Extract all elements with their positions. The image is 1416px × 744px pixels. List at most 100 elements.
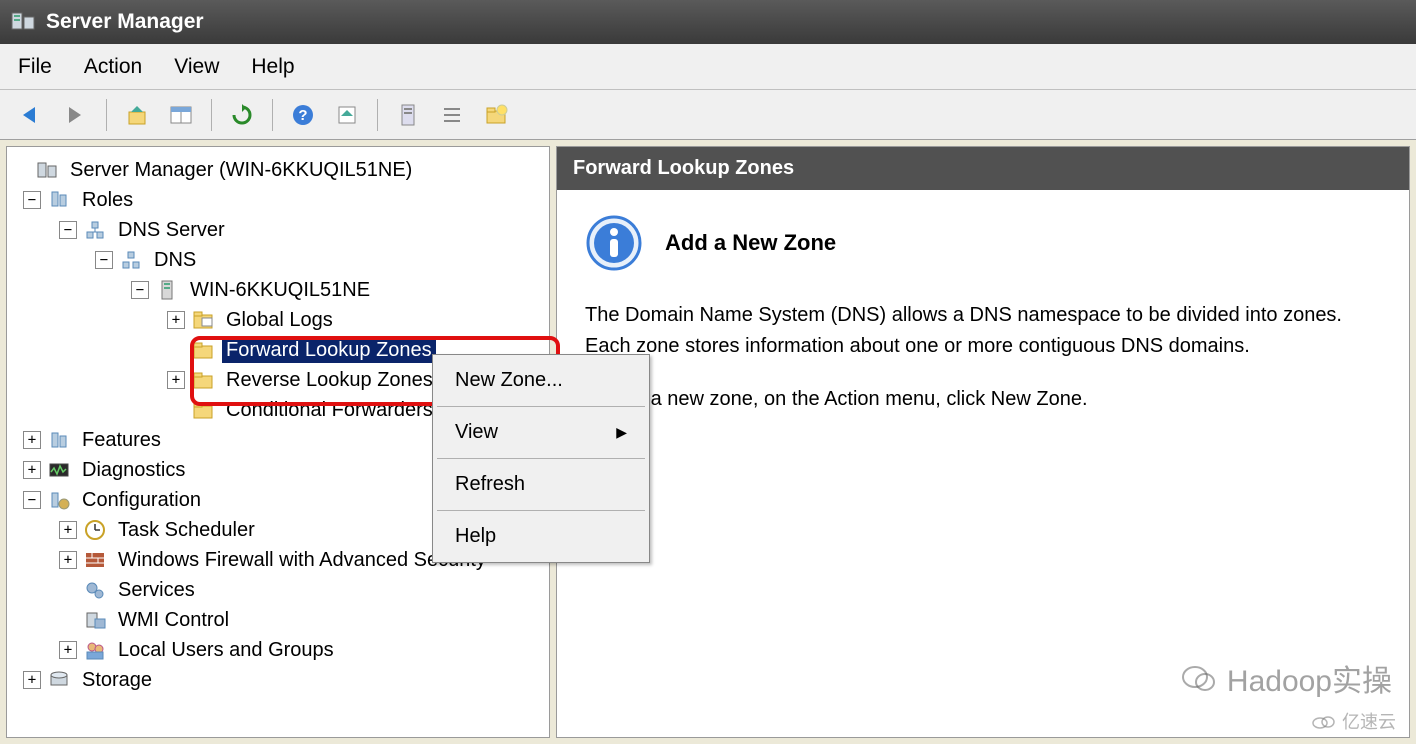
forward-button[interactable] [58,97,94,133]
tree-label-selected: Forward Lookup Zones [222,338,436,363]
gears-icon [83,579,107,601]
window-title: Server Manager [46,10,204,34]
show-hide-button[interactable] [163,97,199,133]
tree-dns-server[interactable]: − DNS Server [11,215,545,245]
tree-label: Services [114,578,199,603]
watermark: Hadoop实操 [1181,656,1392,700]
wmi-icon [83,609,107,631]
menu-action[interactable]: Action [84,55,142,79]
firewall-icon [83,549,107,571]
menu-separator [437,458,645,459]
server-icon [155,279,179,301]
menu-refresh[interactable]: Refresh [435,463,647,506]
tree-label: WIN-6KKUQIL51NE [186,278,374,303]
expand-icon[interactable]: + [59,521,77,539]
expand-icon[interactable]: + [59,641,77,659]
tree-local-users[interactable]: + Local Users and Groups [11,635,545,665]
users-icon [83,639,107,661]
expand-icon[interactable]: + [23,431,41,449]
tree-label: DNS Server [114,218,229,243]
expand-icon[interactable]: + [167,371,185,389]
menu-item-label: New Zone... [455,369,563,392]
help-button[interactable]: ? [285,97,321,133]
tree-label: WMI Control [114,608,233,633]
tree-label: Server Manager (WIN-6KKUQIL51NE) [66,158,416,183]
properties-button[interactable] [390,97,426,133]
back-button[interactable] [14,97,50,133]
diagnostics-icon [47,459,71,481]
folder-icon [191,399,215,421]
toolbar-separator [106,99,107,131]
info-icon [585,214,643,272]
configuration-icon [47,489,71,511]
tree-storage[interactable]: + Storage [11,665,545,695]
wechat-icon [1181,663,1217,693]
svg-text:?: ? [298,107,307,124]
collapse-icon[interactable]: − [95,251,113,269]
tree-label: DNS [150,248,200,273]
tree-label: Storage [78,668,156,693]
tree-services[interactable]: Services [11,575,545,605]
app-icon [10,9,36,35]
tree-label: Reverse Lookup Zones [222,368,437,393]
list-button[interactable] [434,97,470,133]
new-folder-button[interactable] [478,97,514,133]
tree-label: Configuration [78,488,205,513]
tree-label: Diagnostics [78,458,189,483]
refresh-button[interactable] [224,97,260,133]
menu-file[interactable]: File [18,55,52,79]
tree-wmi[interactable]: WMI Control [11,605,545,635]
main-area: Server Manager (WIN-6KKUQIL51NE) − Roles [0,140,1416,744]
menu-help[interactable]: Help [251,55,294,79]
storage-icon [47,669,71,691]
menu-item-label: Help [455,525,496,548]
expand-icon[interactable]: + [23,461,41,479]
menu-view[interactable]: View [174,55,219,79]
watermark-secondary: 亿速云 [1310,708,1396,734]
content-paragraph: The Domain Name System (DNS) allows a DN… [585,300,1381,362]
watermark-text: 亿速云 [1342,708,1396,734]
collapse-icon[interactable]: − [59,221,77,239]
tree-label: Local Users and Groups [114,638,338,663]
menu-item-label: Refresh [455,473,525,496]
menu-view[interactable]: View▶ [435,411,647,454]
menu-new-zone[interactable]: New Zone... [435,359,647,402]
up-button[interactable] [119,97,155,133]
dns-server-icon [83,219,107,241]
logs-icon [191,309,215,331]
tree-host[interactable]: − WIN-6KKUQIL51NE [11,275,545,305]
tree-label: Features [78,428,165,453]
tree-label: Global Logs [222,308,337,333]
toolbar-separator [377,99,378,131]
export-button[interactable] [329,97,365,133]
menu-help[interactable]: Help [435,515,647,558]
collapse-icon[interactable]: − [23,191,41,209]
tree-root[interactable]: Server Manager (WIN-6KKUQIL51NE) [11,155,545,185]
context-menu: New Zone... View▶ Refresh Help [432,354,650,563]
collapse-icon[interactable]: − [23,491,41,509]
collapse-icon[interactable]: − [131,281,149,299]
tree-roles[interactable]: − Roles [11,185,545,215]
content-body: Add a New Zone The Domain Name System (D… [557,190,1409,439]
dns-icon [119,249,143,271]
content-header: Forward Lookup Zones [557,147,1409,190]
clock-icon [83,519,107,541]
menu-item-label: View [455,421,498,444]
menu-separator [437,406,645,407]
watermark-text: Hadoop实操 [1227,656,1392,700]
expand-icon[interactable]: + [167,311,185,329]
features-icon [47,429,71,451]
toolbar-separator [272,99,273,131]
content-paragraph: To add a new zone, on the Action menu, c… [585,384,1381,415]
folder-icon [191,369,215,391]
tree-label: Roles [78,188,137,213]
expand-icon[interactable]: + [23,671,41,689]
expand-icon[interactable]: + [59,551,77,569]
server-manager-icon [35,159,59,181]
tree-label: Conditional Forwarders [222,398,437,423]
tree-dns[interactable]: − DNS [11,245,545,275]
titlebar: Server Manager [0,0,1416,44]
tree-global-logs[interactable]: + Global Logs [11,305,545,335]
folder-icon [191,339,215,361]
content-pane: Forward Lookup Zones Add a New Zone The … [556,146,1410,738]
